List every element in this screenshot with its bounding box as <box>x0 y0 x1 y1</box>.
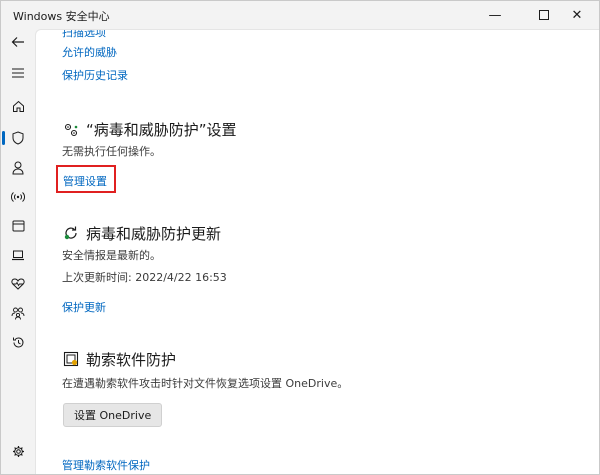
wifi-antenna-icon <box>11 192 25 202</box>
nav-item-account[interactable] <box>5 157 31 179</box>
nav-item-settings[interactable] <box>5 440 31 462</box>
last-update-time: 上次更新时间: 2022/4/22 16:53 <box>62 271 227 284</box>
ransomware-title: 勒索软件防护 <box>86 351 177 369</box>
home-icon <box>12 100 24 112</box>
manage-ransomware-link[interactable]: 管理勒索软件保护 <box>62 457 150 473</box>
back-arrow-icon <box>11 37 24 47</box>
back-button[interactable] <box>5 31 31 53</box>
ransomware-folder-icon <box>63 351 79 367</box>
content-pane: 扫描选项 允许的威胁 保护历史记录 “病毒和威胁防护”设置 无需执行任何操作。 … <box>35 29 599 474</box>
settings-gears-icon <box>64 123 78 137</box>
minimize-icon: — <box>488 7 502 23</box>
manage-settings-link[interactable]: 管理设置 <box>63 173 107 189</box>
virus-updates-title: 病毒和威胁防护更新 <box>86 225 222 243</box>
nav-item-home[interactable] <box>5 95 31 117</box>
virus-settings-status: 无需执行任何操作。 <box>62 145 161 158</box>
nav-item-firewall[interactable] <box>5 186 31 208</box>
shield-icon <box>12 131 24 145</box>
nav-item-device-health[interactable] <box>5 273 31 295</box>
allowed-threats-link[interactable]: 允许的威胁 <box>62 44 117 60</box>
nav-item-app-browser[interactable] <box>5 215 31 237</box>
settings-gear-icon <box>12 445 24 457</box>
nav-item-virus-protection[interactable] <box>5 127 31 149</box>
setup-onedrive-button[interactable]: 设置 OneDrive <box>63 403 163 427</box>
window-title: Windows 安全中心 <box>13 10 110 23</box>
heart-health-icon <box>11 278 25 290</box>
refresh-update-icon <box>64 226 77 240</box>
laptop-icon <box>12 250 24 260</box>
scan-options-link[interactable]: 扫描选项 <box>62 30 106 40</box>
windows-security-window: Windows 安全中心 — ✕ 扫描选项 允许的威胁 保护历史记录 “病毒和威… <box>0 0 600 475</box>
app-browser-icon <box>12 220 24 232</box>
protection-updates-link[interactable]: 保护更新 <box>62 299 106 315</box>
virus-settings-title: “病毒和威胁防护”设置 <box>86 121 237 139</box>
close-icon: ✕ <box>571 7 583 23</box>
nav-item-family[interactable] <box>5 302 31 324</box>
minimize-button[interactable]: — <box>473 1 517 29</box>
nav-item-device-security[interactable] <box>5 244 31 266</box>
menu-button[interactable] <box>5 62 31 84</box>
history-icon <box>12 336 23 347</box>
nav-item-protection-history[interactable] <box>5 331 31 353</box>
family-icon <box>11 307 25 320</box>
ransomware-description: 在遭遇勒索软件攻击时针对文件恢复选项设置 OneDrive。 <box>62 377 349 390</box>
hamburger-menu-icon <box>12 68 24 78</box>
navigation-rail <box>1 29 35 474</box>
virus-updates-status: 安全情报是最新的。 <box>62 249 161 262</box>
maximize-icon <box>539 10 549 20</box>
protection-history-link[interactable]: 保护历史记录 <box>62 67 128 83</box>
close-button[interactable]: ✕ <box>555 1 599 29</box>
title-bar: Windows 安全中心 — ✕ <box>1 1 599 29</box>
person-icon <box>12 161 24 175</box>
